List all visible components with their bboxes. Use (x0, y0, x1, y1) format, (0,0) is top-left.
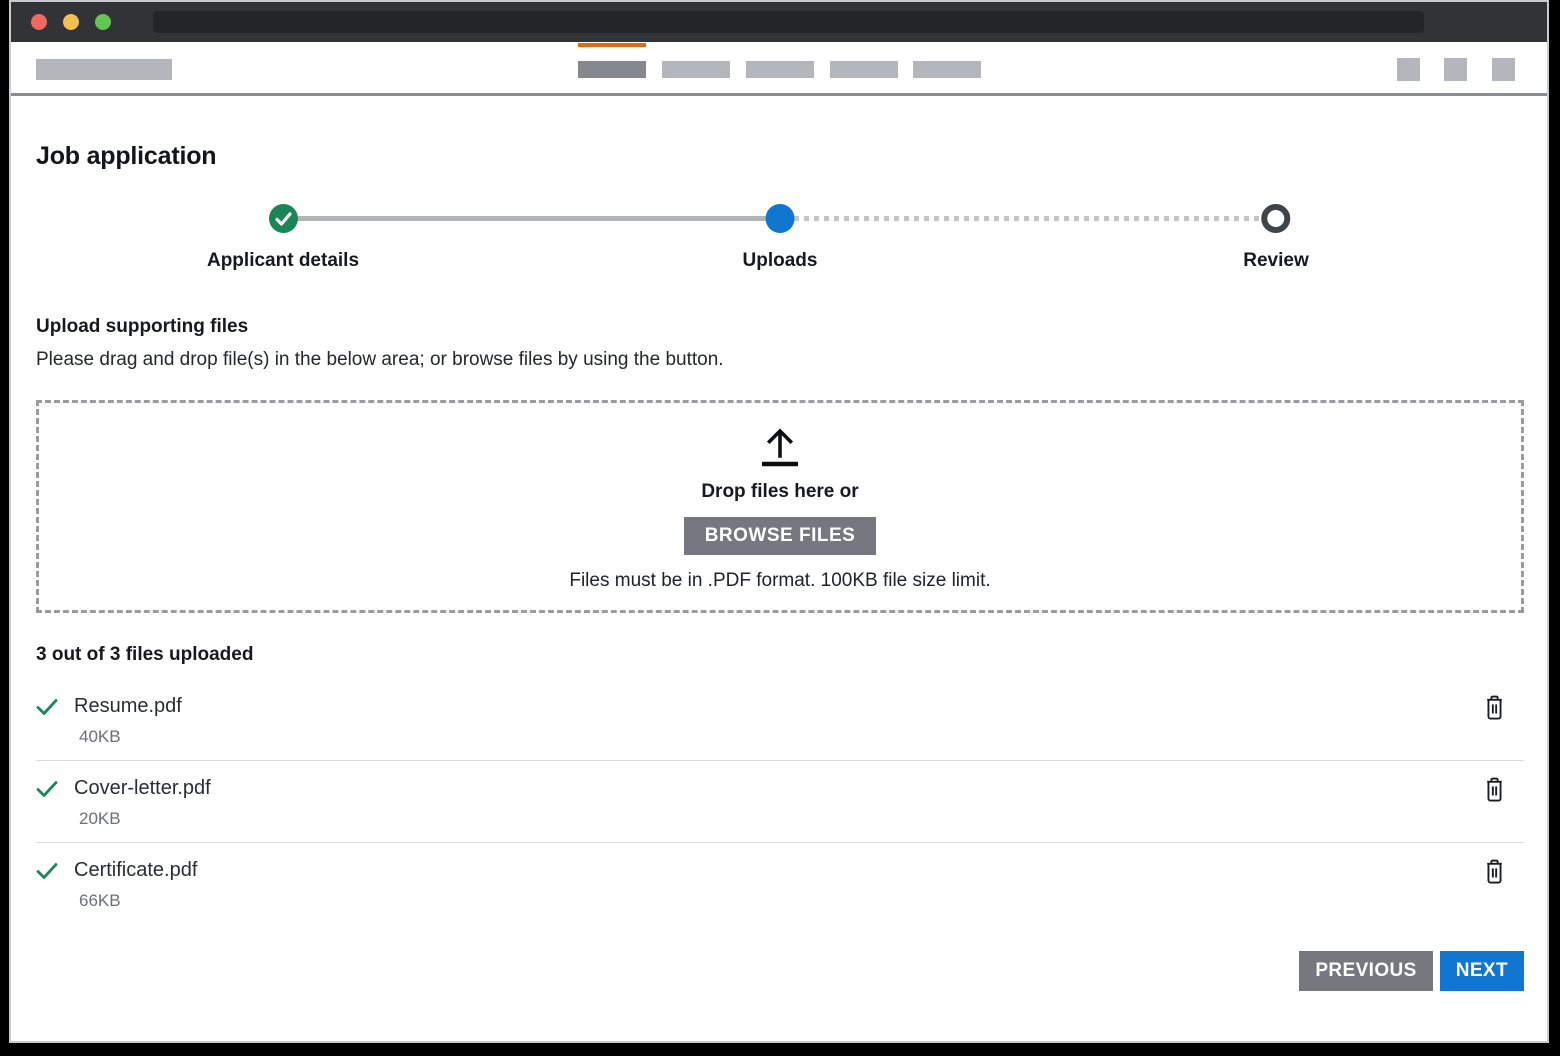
page-title: Job application (36, 142, 1524, 171)
maximize-window-button[interactable] (95, 14, 111, 30)
drop-prompt: Drop files here or (701, 481, 858, 503)
minimize-window-button[interactable] (63, 14, 79, 30)
window-titlebar (11, 2, 1547, 42)
trash-icon (1483, 859, 1506, 884)
address-bar[interactable] (153, 11, 1424, 33)
progress-stepper: Applicant details Uploads Review (36, 204, 1524, 282)
close-window-button[interactable] (31, 14, 47, 30)
stepper-line-upcoming (794, 216, 1262, 221)
step-label: Review (1243, 250, 1308, 272)
trash-icon (1483, 695, 1506, 720)
file-size: 40KB (79, 727, 1524, 747)
nav-tab-2[interactable] (662, 61, 730, 78)
file-name: Cover-letter.pdf (74, 777, 211, 800)
delete-file-button[interactable] (1483, 695, 1506, 720)
step-uploads[interactable]: Uploads (743, 204, 818, 272)
nav-action-2[interactable] (1444, 58, 1467, 81)
site-navbar (11, 42, 1547, 96)
step-label: Applicant details (207, 250, 359, 272)
step-active-dot (765, 204, 794, 233)
upload-status: 3 out of 3 files uploaded (36, 644, 1524, 666)
stepper-line-complete (297, 216, 766, 221)
next-button[interactable]: NEXT (1440, 951, 1524, 991)
browser-window: Job application Applicant details Upload… (9, 0, 1549, 1043)
main-content: Job application Applicant details Upload… (36, 96, 1524, 1041)
active-tab-underline (578, 43, 646, 47)
nav-tab-5[interactable] (913, 61, 981, 78)
nav-action-3[interactable] (1492, 58, 1515, 81)
file-row: Certificate.pdf 66KB (36, 843, 1524, 924)
trash-icon (1483, 777, 1506, 802)
upload-icon (757, 422, 803, 468)
step-complete-icon (269, 204, 298, 233)
nav-action-1[interactable] (1397, 58, 1420, 81)
upload-section-title: Upload supporting files (36, 316, 1524, 338)
file-name: Resume.pdf (74, 695, 182, 718)
nav-tab-3[interactable] (746, 61, 814, 78)
wizard-footer: PREVIOUS NEXT (36, 951, 1524, 991)
file-success-check-icon (36, 780, 58, 798)
step-applicant-details[interactable]: Applicant details (207, 204, 359, 272)
file-size: 20KB (79, 809, 1524, 829)
file-format-note: Files must be in .PDF format. 100KB file… (569, 570, 990, 592)
step-review[interactable]: Review (1243, 204, 1308, 272)
file-success-check-icon (36, 862, 58, 880)
checkmark-icon (275, 212, 292, 226)
previous-button[interactable]: PREVIOUS (1299, 951, 1432, 991)
nav-tab-1-active[interactable] (578, 61, 646, 78)
file-row: Cover-letter.pdf 20KB (36, 761, 1524, 843)
step-upcoming-ring (1261, 204, 1290, 233)
browse-files-button[interactable]: BROWSE FILES (684, 517, 877, 555)
nav-tab-4[interactable] (830, 61, 898, 78)
file-row: Resume.pdf 40KB (36, 679, 1524, 761)
upload-section-description: Please drag and drop file(s) in the belo… (36, 349, 1524, 371)
file-name: Certificate.pdf (74, 859, 197, 882)
brand-logo-placeholder (36, 59, 172, 80)
uploaded-file-list: Resume.pdf 40KB (36, 679, 1524, 924)
file-success-check-icon (36, 698, 58, 716)
file-dropzone[interactable]: Drop files here or BROWSE FILES Files mu… (36, 400, 1524, 613)
delete-file-button[interactable] (1483, 777, 1506, 802)
traffic-lights (31, 14, 111, 30)
file-size: 66KB (79, 891, 1524, 911)
step-label: Uploads (743, 250, 818, 272)
delete-file-button[interactable] (1483, 859, 1506, 884)
